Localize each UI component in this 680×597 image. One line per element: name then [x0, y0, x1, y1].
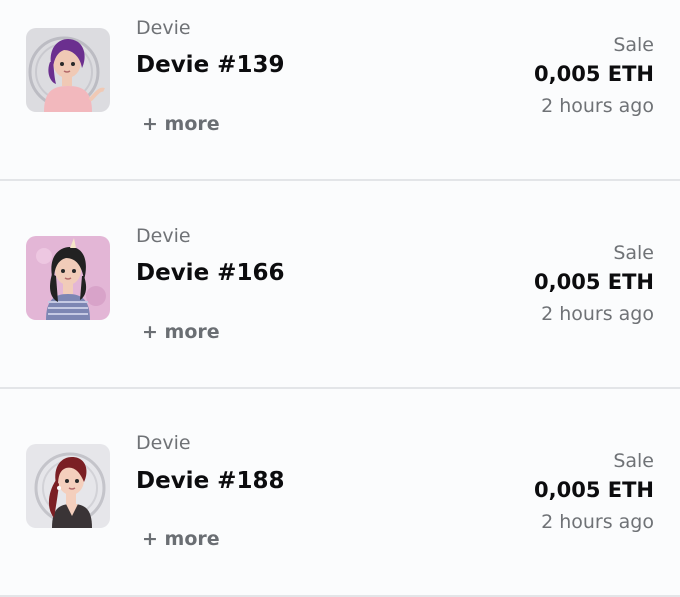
timestamp[interactable]: 2 hours ago: [534, 507, 654, 537]
nft-thumbnail[interactable]: [26, 444, 110, 528]
collection-name[interactable]: Devie: [136, 225, 191, 247]
price-value: 0,005 ETH: [534, 270, 654, 294]
price-value: 0,005 ETH: [534, 478, 654, 502]
item-name[interactable]: Devie #166: [136, 260, 284, 286]
activity-details: Sale 0,005 ETH 2 hours ago: [534, 449, 654, 537]
collection-name[interactable]: Devie: [136, 432, 191, 454]
more-button[interactable]: + more: [142, 528, 220, 550]
item-name[interactable]: Devie #188: [136, 468, 284, 494]
more-button[interactable]: + more: [142, 113, 220, 135]
nft-thumbnail[interactable]: [26, 236, 110, 320]
avatar-illustration: [26, 444, 110, 528]
price-value: 0,005 ETH: [534, 62, 654, 86]
item-name[interactable]: Devie #139: [136, 52, 284, 78]
nft-thumbnail[interactable]: [26, 28, 110, 112]
avatar-illustration: [26, 28, 110, 112]
timestamp[interactable]: 2 hours ago: [534, 91, 654, 121]
avatar-illustration: [26, 236, 110, 320]
event-type: Sale: [613, 242, 654, 264]
activity-details: Sale 0,005 ETH 2 hours ago: [534, 241, 654, 329]
activity-details: Sale 0,005 ETH 2 hours ago: [534, 33, 654, 121]
event-type: Sale: [613, 450, 654, 472]
activity-row[interactable]: Devie Devie #188 + more Sale 0,005 ETH 2…: [0, 389, 680, 597]
collection-name[interactable]: Devie: [136, 17, 191, 39]
timestamp[interactable]: 2 hours ago: [534, 299, 654, 329]
activity-list: Devie Devie #139 + more Sale 0,005 ETH 2…: [0, 0, 680, 597]
more-button[interactable]: + more: [142, 321, 220, 343]
activity-row[interactable]: Devie Devie #166 + more Sale 0,005 ETH 2…: [0, 181, 680, 389]
activity-row[interactable]: Devie Devie #139 + more Sale 0,005 ETH 2…: [0, 0, 680, 181]
event-type: Sale: [613, 34, 654, 56]
